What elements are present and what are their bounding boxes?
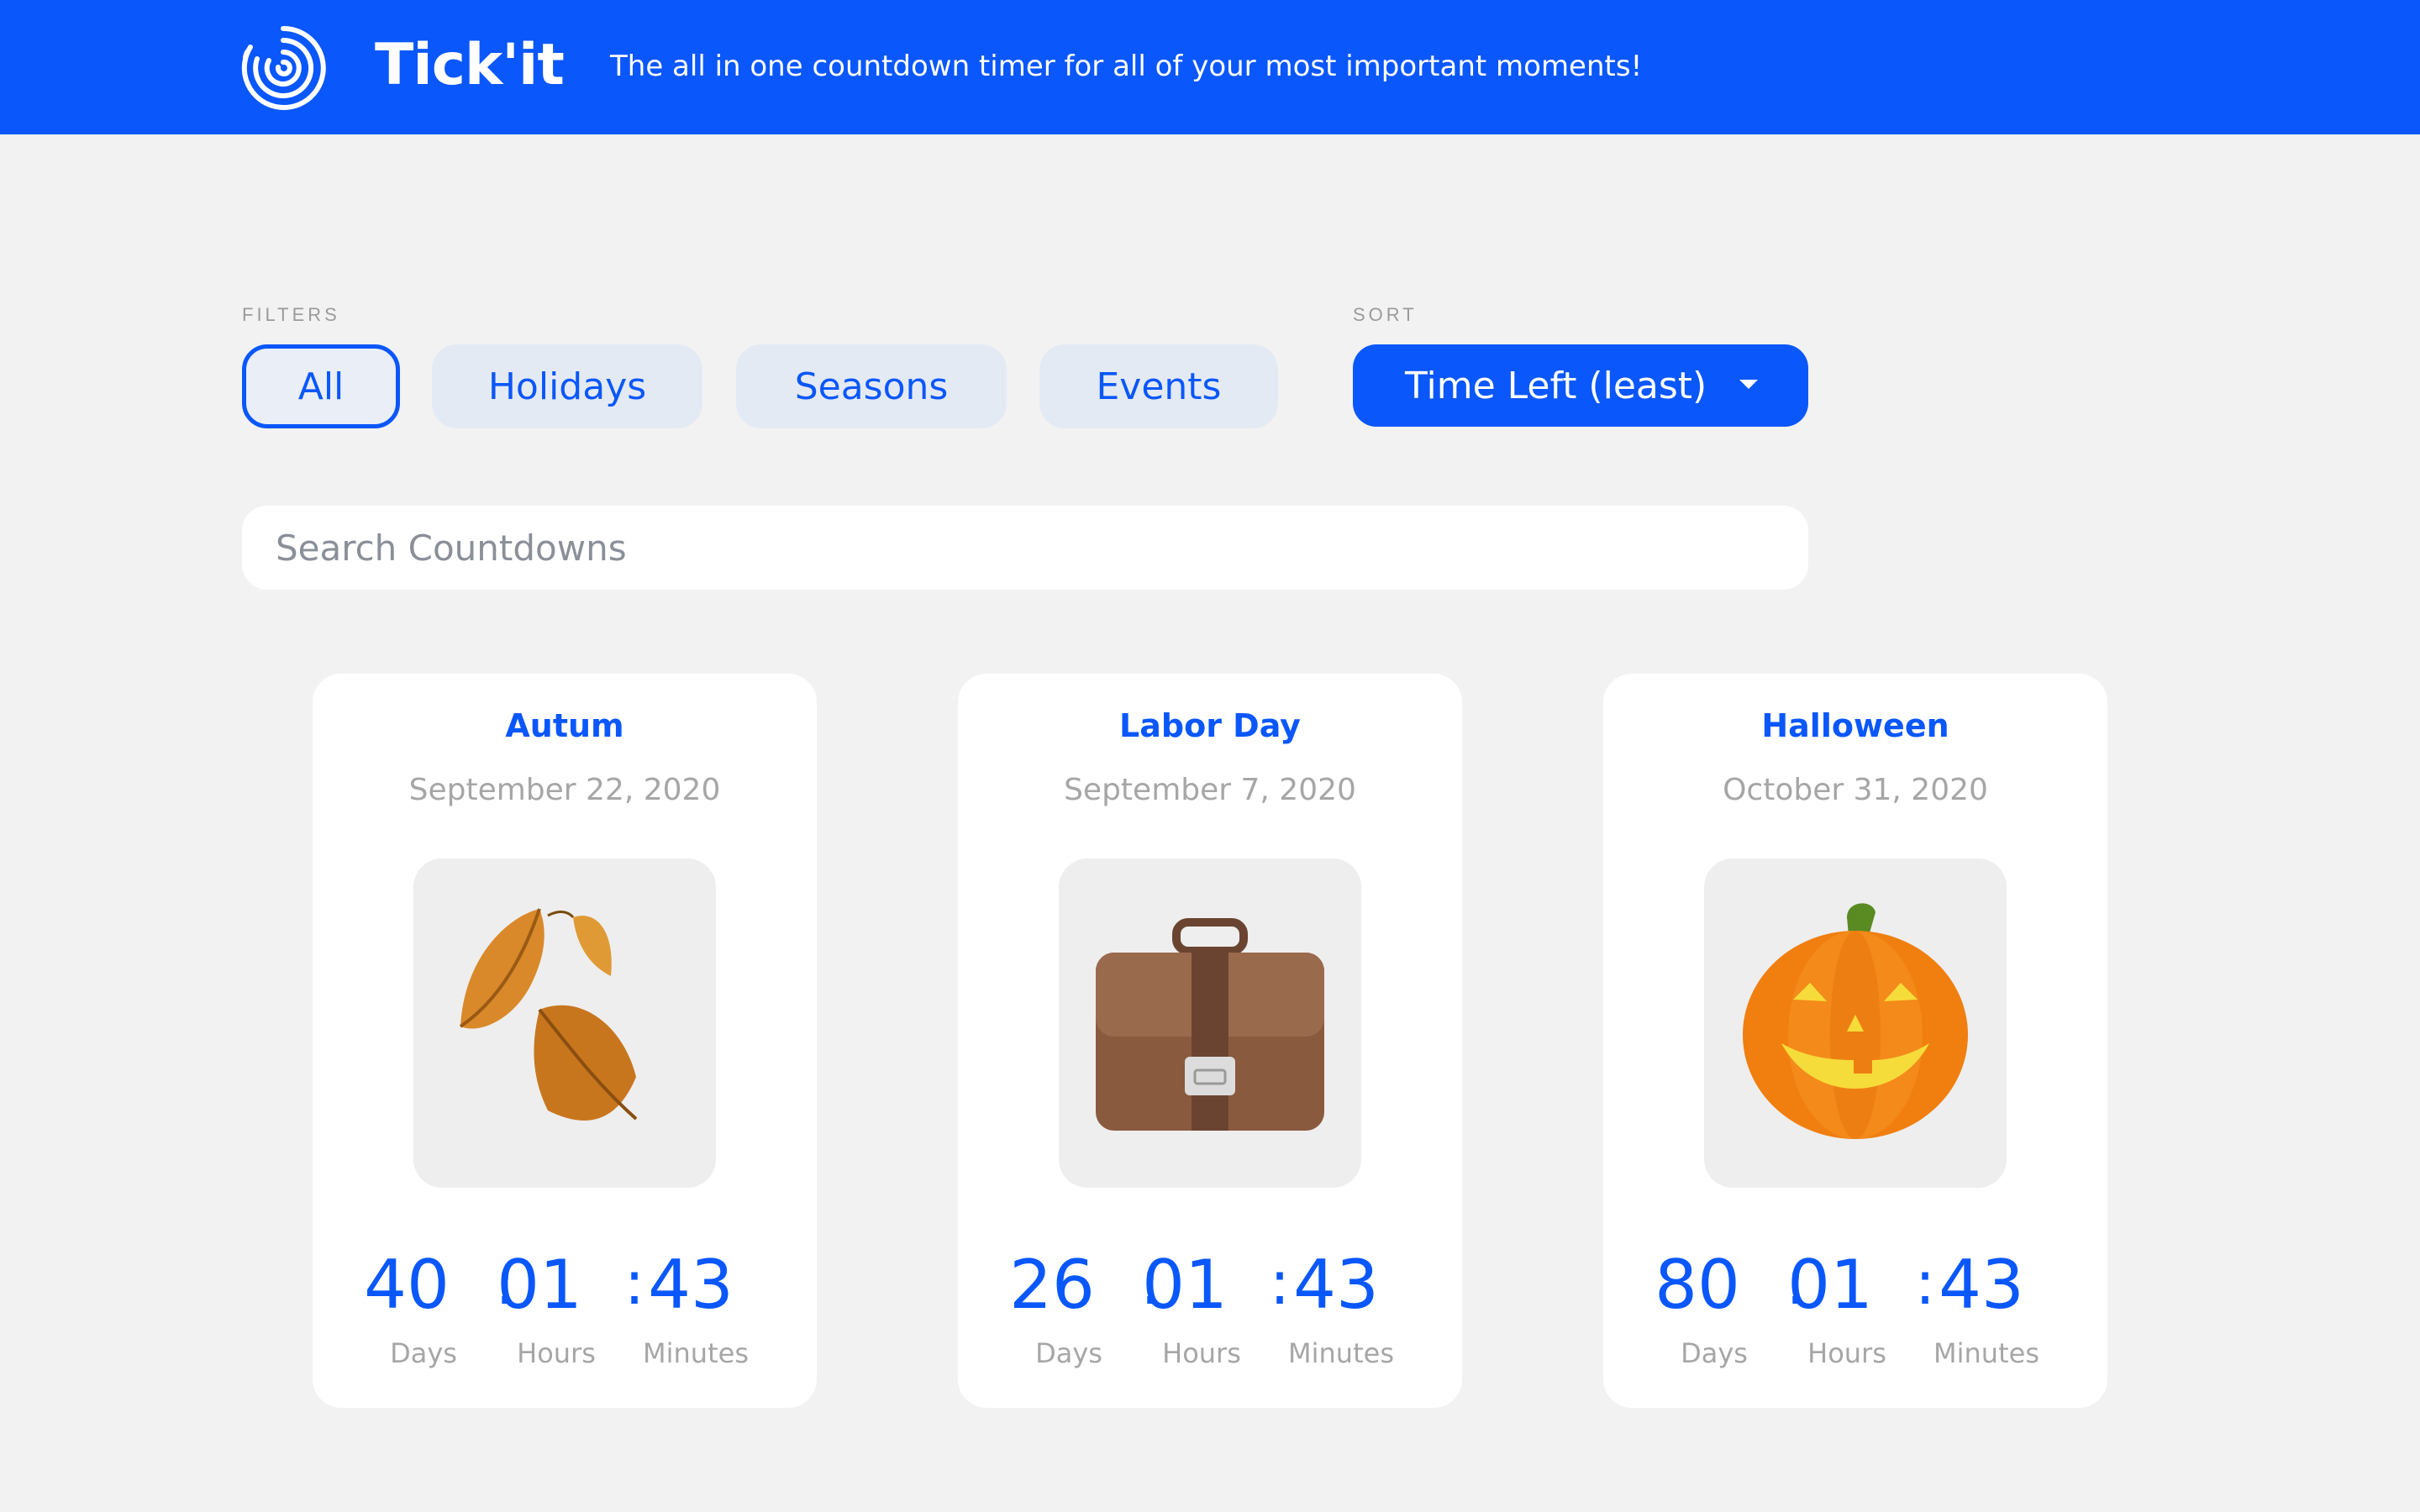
app-tagline: The all in one countdown timer for all o… xyxy=(610,50,1643,83)
card-date: October 31, 2020 xyxy=(1723,773,1988,807)
card-date: September 7, 2020 xyxy=(1064,773,1356,807)
sort-selected-value: Time Left (least) xyxy=(1405,364,1707,407)
caret-down-icon xyxy=(1739,380,1758,389)
app-brand-name[interactable]: Tick'it xyxy=(375,32,565,99)
hours-label: Hours xyxy=(1807,1337,1886,1369)
sort-label: SORT xyxy=(1353,304,1418,325)
days-value: 80 xyxy=(1655,1246,1740,1324)
hours-label: Hours xyxy=(517,1337,596,1369)
minutes-label: Minutes xyxy=(1933,1337,2039,1369)
countdown-card[interactable]: Halloween October 31, 2020 80 : 01 : 43 … xyxy=(1603,674,2107,1408)
countdown-spiral-icon[interactable] xyxy=(239,24,328,113)
filters-label: FILTERS xyxy=(242,304,340,325)
countdown-card[interactable]: Autum September 22, 2020 40 : 01 : 43 Da… xyxy=(313,674,817,1408)
card-title: Autum xyxy=(505,707,624,744)
countdown-timer: 80 : 01 : 43 xyxy=(1603,1243,2107,1336)
days-label: Days xyxy=(1035,1337,1102,1369)
hours-value: 01 xyxy=(1787,1246,1873,1324)
filter-seasons-button[interactable]: Seasons xyxy=(736,344,1007,428)
sort-dropdown[interactable]: Time Left (least) xyxy=(1353,344,1808,427)
card-title: Labor Day xyxy=(1119,707,1301,744)
countdown-timer: 40 : 01 : 43 xyxy=(313,1243,817,1336)
days-value: 26 xyxy=(1009,1246,1095,1324)
minutes-value: 43 xyxy=(648,1246,734,1324)
minutes-value: 43 xyxy=(1293,1246,1379,1324)
filter-events-button[interactable]: Events xyxy=(1039,344,1278,428)
hours-value: 01 xyxy=(1142,1246,1228,1324)
card-date: September 22, 2020 xyxy=(408,773,721,807)
days-label: Days xyxy=(1681,1337,1748,1369)
minutes-label: Minutes xyxy=(643,1337,749,1369)
filter-holidays-button[interactable]: Holidays xyxy=(432,344,702,428)
hours-value: 01 xyxy=(497,1246,582,1324)
fallen-leaves-icon xyxy=(413,858,716,1188)
search-input[interactable] xyxy=(242,506,1808,590)
minutes-label: Minutes xyxy=(1288,1337,1394,1369)
days-value: 40 xyxy=(364,1246,450,1324)
countdown-timer: 26 : 01 : 43 xyxy=(958,1243,1462,1336)
filter-all-button[interactable]: All xyxy=(242,344,400,428)
days-label: Days xyxy=(390,1337,457,1369)
hours-label: Hours xyxy=(1162,1337,1241,1369)
card-title: Halloween xyxy=(1761,707,1949,744)
top-header-bar: Tick'it The all in one countdown timer f… xyxy=(0,0,2420,134)
jack-o-lantern-icon xyxy=(1704,858,2007,1188)
countdown-card[interactable]: Labor Day September 7, 2020 26 : 01 : 43… xyxy=(958,674,1462,1408)
briefcase-icon xyxy=(1059,858,1361,1188)
minutes-value: 43 xyxy=(1939,1246,2024,1324)
